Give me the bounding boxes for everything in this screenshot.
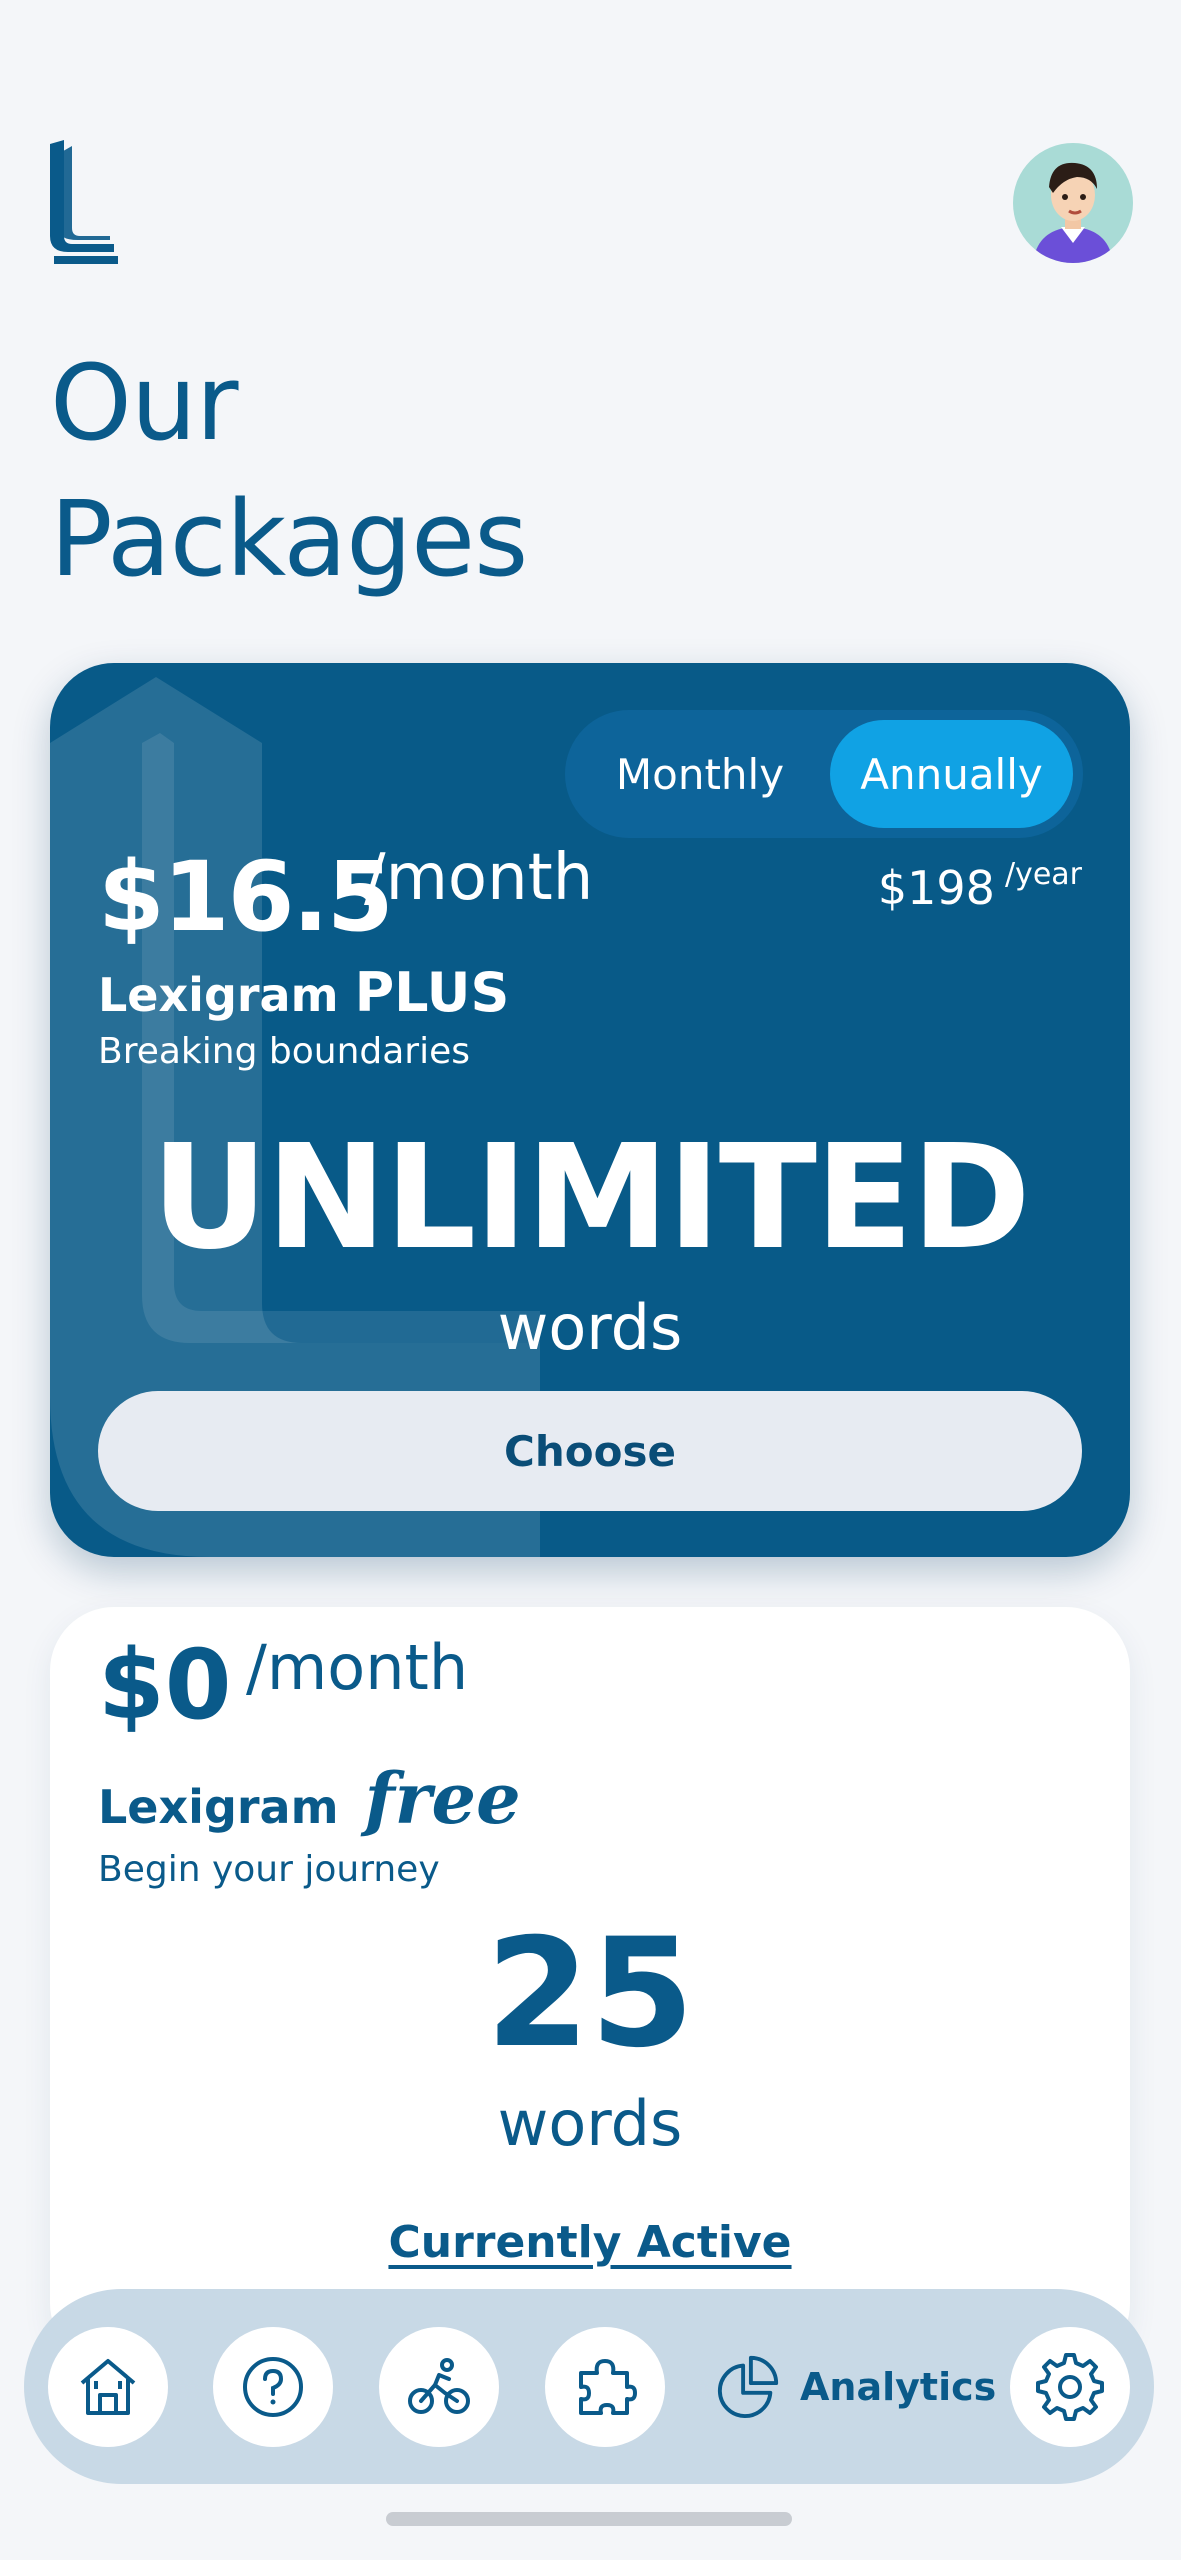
free-plan-card: $0 /month Lexigram free Begin your journ…: [50, 1607, 1130, 2367]
free-price: $0: [98, 1629, 232, 1741]
plus-yearly-period: /year: [1004, 857, 1082, 892]
nav-analytics-button[interactable]: Analytics: [712, 2327, 996, 2447]
free-tagline: Begin your journey: [98, 1849, 440, 1890]
gear-icon: [1036, 2353, 1104, 2421]
free-word-unit: words: [497, 2087, 683, 2160]
page-title-line-2: Packages: [50, 478, 528, 600]
free-brand: Lexigram: [98, 1780, 339, 1834]
free-word-limit: 25: [485, 1907, 695, 2081]
plus-yearly-amount: $198: [877, 861, 995, 915]
nav-analytics-label: Analytics: [800, 2365, 997, 2409]
page-title-line-1: Our: [50, 342, 239, 464]
billing-period-toggle: Monthly Annually: [565, 710, 1083, 838]
plus-tier: PLUS: [354, 961, 510, 1024]
plus-brand: Lexigram: [98, 968, 339, 1022]
help-icon: [243, 2357, 303, 2417]
free-tier: free: [364, 1757, 521, 1840]
nav-help-button[interactable]: [213, 2327, 333, 2447]
pie-chart-icon: [717, 2355, 779, 2419]
plus-tagline: Breaking boundaries: [98, 1031, 471, 1072]
page-title: Our Packages: [50, 335, 528, 607]
plus-word-limit: UNLIMITED: [151, 1113, 1031, 1281]
nav-settings-button[interactable]: [1010, 2327, 1130, 2447]
home-icon: [80, 2359, 136, 2415]
toggle-annually[interactable]: Annually: [830, 720, 1073, 828]
currently-active-link[interactable]: Currently Active: [50, 2217, 1130, 2268]
plus-price: $16.5: [98, 841, 394, 953]
plus-price-period: /month: [364, 841, 594, 915]
nav-home-button[interactable]: [48, 2327, 168, 2447]
avatar[interactable]: [1013, 143, 1133, 263]
choose-button[interactable]: Choose: [98, 1391, 1082, 1511]
plus-plan-card: Monthly Annually $16.5 /month $198/year …: [50, 663, 1130, 1557]
puzzle-icon: [579, 2359, 637, 2415]
plus-yearly-price: $198/year: [877, 857, 1082, 915]
nav-extensions-button[interactable]: [545, 2327, 665, 2447]
free-price-period: /month: [246, 1631, 469, 1704]
bottom-nav: Analytics: [24, 2289, 1154, 2484]
plus-plan-name: Lexigram PLUS: [98, 961, 509, 1024]
user-avatar-icon: [1033, 162, 1113, 263]
plus-word-unit: words: [497, 1291, 683, 1364]
bicycle-icon: [408, 2358, 470, 2414]
lexigram-logo: [50, 140, 118, 264]
nav-activity-button[interactable]: [379, 2327, 499, 2447]
free-plan-name: Lexigram free: [98, 1757, 521, 1840]
home-indicator[interactable]: [386, 2512, 792, 2526]
toggle-monthly[interactable]: Monthly: [575, 720, 825, 828]
